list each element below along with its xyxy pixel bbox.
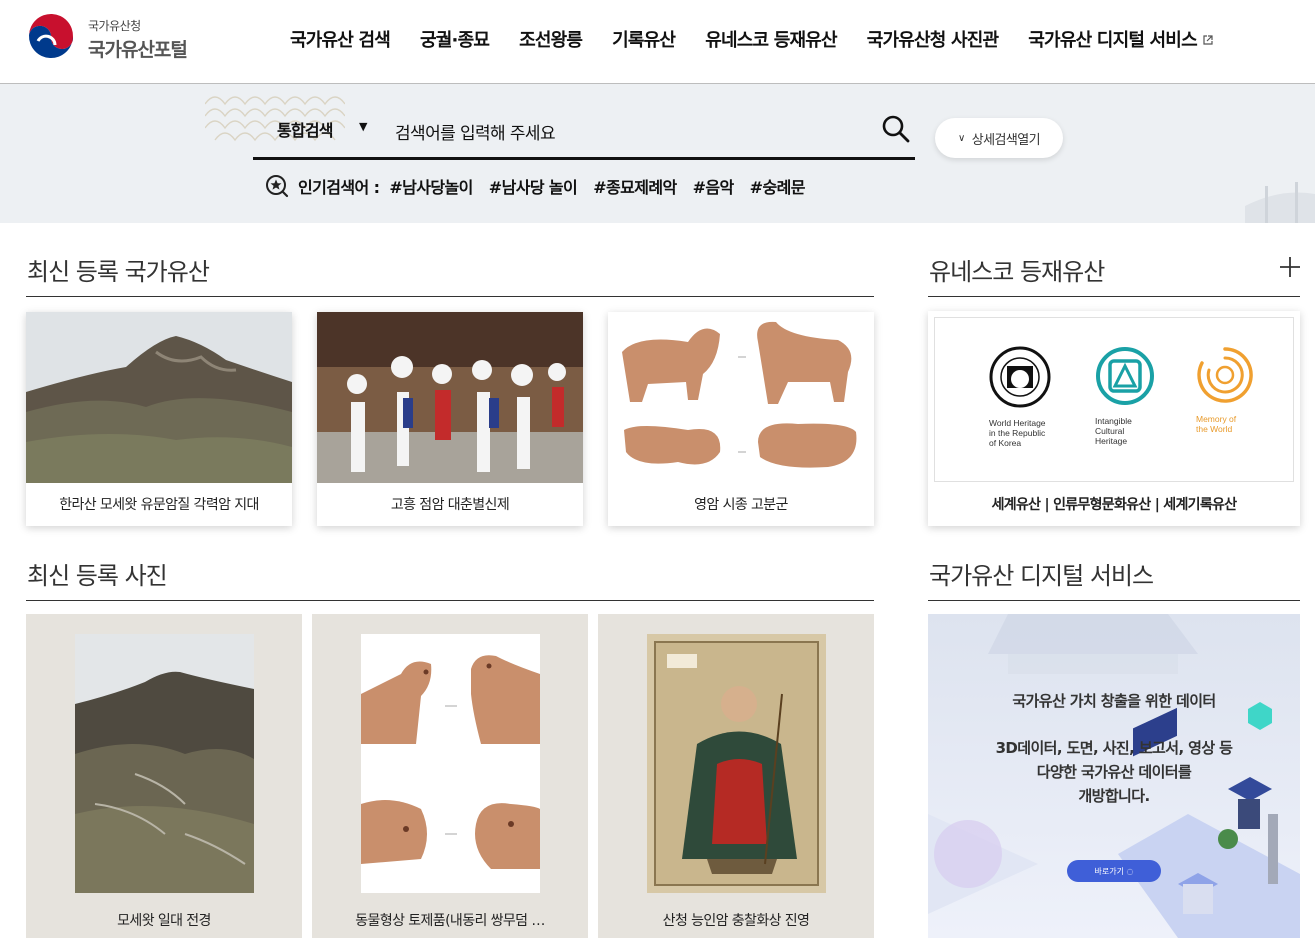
heritage-thumbnail — [608, 312, 874, 483]
memory-of-world-logo: Memory of the World — [1196, 346, 1254, 434]
plus-icon[interactable] — [1279, 256, 1301, 278]
logo-subtitle: 국가유산청 — [88, 19, 141, 33]
photo-card[interactable]: 모세왓 일대 전경 — [26, 614, 302, 938]
memory-of-world-label: Memory of the World — [1196, 414, 1237, 434]
advanced-search-label: 상세검색열기 — [971, 132, 1041, 148]
caret-down-icon[interactable]: ▼ — [359, 120, 367, 133]
photo-thumbnail — [647, 634, 826, 893]
digital-banner-description: 3D데이터, 도면, 사진, 보고서, 영상 등 다양한 국가유산 데이터를 개… — [928, 736, 1300, 808]
portal-logo[interactable]: 국가유산청 국가유산포털 — [25, 11, 215, 67]
heritage-caption: 한라산 모세왓 유문암질 각력암 지대 — [59, 496, 259, 513]
clay-figurine-closeup-photo — [361, 634, 540, 893]
buddhist-portrait-painting — [647, 634, 826, 893]
section-divider — [928, 296, 1300, 297]
unesco-card[interactable]: World Heritage in the Republic of Korea … — [928, 311, 1300, 526]
latest-photos-title: 최신 등록 사진 — [27, 562, 168, 590]
photo-card[interactable]: 산청 능인암 충찰화상 진영 — [598, 614, 874, 938]
taegeuk-emblem-icon — [27, 13, 75, 61]
nav-digital-service-label: 국가유산 디지털 서비스 — [1028, 30, 1197, 51]
heritage-caption: 고흥 점암 대춘별신제 — [390, 496, 510, 513]
mountain-landscape-photo — [75, 634, 254, 893]
digital-desc-line: 개방합니다. — [1078, 787, 1150, 805]
unesco-title: 유네스코 등재유산 — [929, 258, 1105, 286]
digital-service-banner[interactable]: 국가유산 가치 창출을 위한 데이터 3D데이터, 도면, 사진, 보고서, 영… — [928, 614, 1300, 938]
ritual-performance-photo — [317, 312, 583, 483]
arrow-circle-icon: ◌ — [1126, 866, 1134, 876]
main-navigation: 국가유산 검색 궁궐·종묘 조선왕릉 기록유산 유네스코 등재유산 국가유산청 … — [290, 26, 1213, 52]
external-link-icon — [1203, 35, 1213, 45]
trending-search-icon — [266, 175, 289, 198]
unesco-logos-panel: World Heritage in the Republic of Korea … — [934, 317, 1294, 482]
search-area: 통합검색 ▼ ∨ 상세검색열기 인기검색어 : #남사당놀이 #남사당 놀이 #… — [0, 84, 1315, 223]
digital-desc-line: 3D데이터, 도면, 사진, 보고서, 영상 등 — [995, 739, 1233, 757]
mountain-photo — [26, 312, 292, 483]
world-heritage-logo: World Heritage in the Republic of Korea — [989, 346, 1051, 448]
nav-photo-gallery[interactable]: 국가유산청 사진관 — [867, 26, 999, 52]
heritage-caption: 영암 시종 고분군 — [694, 496, 788, 513]
popular-tag[interactable]: #남사당놀이 — [389, 174, 473, 198]
latest-heritage-title: 최신 등록 국가유산 — [27, 258, 210, 286]
popular-keywords: 인기검색어 : #남사당놀이 #남사당 놀이 #종묘제례악 #음악 #숭례문 — [265, 174, 821, 198]
search-scope-select[interactable]: 통합검색 — [277, 117, 333, 141]
photo-thumbnail — [361, 634, 540, 893]
popular-tag[interactable]: #남사당 놀이 — [489, 174, 578, 198]
photo-caption: 동물형상 토제품(내동리 쌍무덤 … — [355, 913, 545, 929]
clay-figurine-photo — [608, 312, 874, 483]
nav-palaces[interactable]: 궁궐·종묘 — [420, 26, 490, 52]
site-header: 국가유산청 국가유산포털 국가유산 검색 궁궐·종묘 조선왕릉 기록유산 유네스… — [0, 0, 1315, 84]
heritage-thumbnail — [317, 312, 583, 483]
nav-royal-tombs[interactable]: 조선왕릉 — [519, 26, 583, 52]
intangible-heritage-logo: Intangible Cultural Heritage — [1095, 346, 1155, 446]
logo-title: 국가유산포털 — [88, 39, 188, 61]
search-bar: 통합검색 ▼ — [253, 114, 915, 160]
heritage-card[interactable]: 고흥 점암 대춘별신제 — [317, 312, 583, 526]
heritage-card[interactable]: 영암 시종 고분군 — [608, 312, 874, 526]
photo-thumbnail — [75, 634, 254, 893]
search-icon[interactable] — [881, 114, 911, 144]
photo-caption: 산청 능인암 충찰화상 진영 — [662, 913, 810, 929]
photo-caption: 모세왓 일대 전경 — [117, 913, 211, 929]
photo-card[interactable]: 동물형상 토제품(내동리 쌍무덤 … — [312, 614, 588, 938]
popular-keywords-label: 인기검색어 : — [298, 178, 380, 197]
advanced-search-button[interactable]: ∨ 상세검색열기 — [935, 118, 1063, 158]
heritage-card[interactable]: 한라산 모세왓 유문암질 각력암 지대 — [26, 312, 292, 526]
digital-go-button[interactable]: 바로가기 ◌ — [1067, 860, 1161, 882]
nav-digital-service[interactable]: 국가유산 디지털 서비스 — [1028, 26, 1213, 52]
traditional-roof-decoration — [1245, 182, 1315, 223]
unesco-caption: 세계유산 | 인류무형문화유산 | 세계기록유산 — [991, 497, 1237, 513]
section-divider — [26, 296, 874, 297]
chevron-down-icon: ∨ — [958, 132, 965, 144]
world-heritage-label: World Heritage in the Republic of Korea — [989, 418, 1046, 448]
popular-tag[interactable]: #종묘제례악 — [593, 174, 677, 198]
digital-banner-title: 국가유산 가치 창출을 위한 데이터 — [1012, 692, 1216, 710]
intangible-heritage-emblem-icon — [1096, 347, 1154, 405]
nav-documentary-heritage[interactable]: 기록유산 — [612, 26, 676, 52]
section-divider — [26, 600, 874, 601]
popular-tag[interactable]: #숭례문 — [750, 174, 806, 198]
popular-tag[interactable]: #음악 — [693, 174, 735, 198]
search-input[interactable] — [393, 114, 863, 154]
world-heritage-emblem-icon — [989, 346, 1051, 408]
nav-heritage-search[interactable]: 국가유산 검색 — [290, 26, 391, 52]
digital-service-title: 국가유산 디지털 서비스 — [929, 562, 1154, 590]
digital-desc-line: 다양한 국가유산 데이터를 — [1036, 763, 1192, 781]
memory-of-world-emblem-icon — [1197, 347, 1253, 403]
go-button-label: 바로가기 — [1094, 866, 1124, 876]
section-divider — [928, 600, 1300, 601]
heritage-thumbnail — [26, 312, 292, 483]
intangible-heritage-label: Intangible Cultural Heritage — [1095, 416, 1132, 446]
nav-unesco[interactable]: 유네스코 등재유산 — [705, 26, 837, 52]
